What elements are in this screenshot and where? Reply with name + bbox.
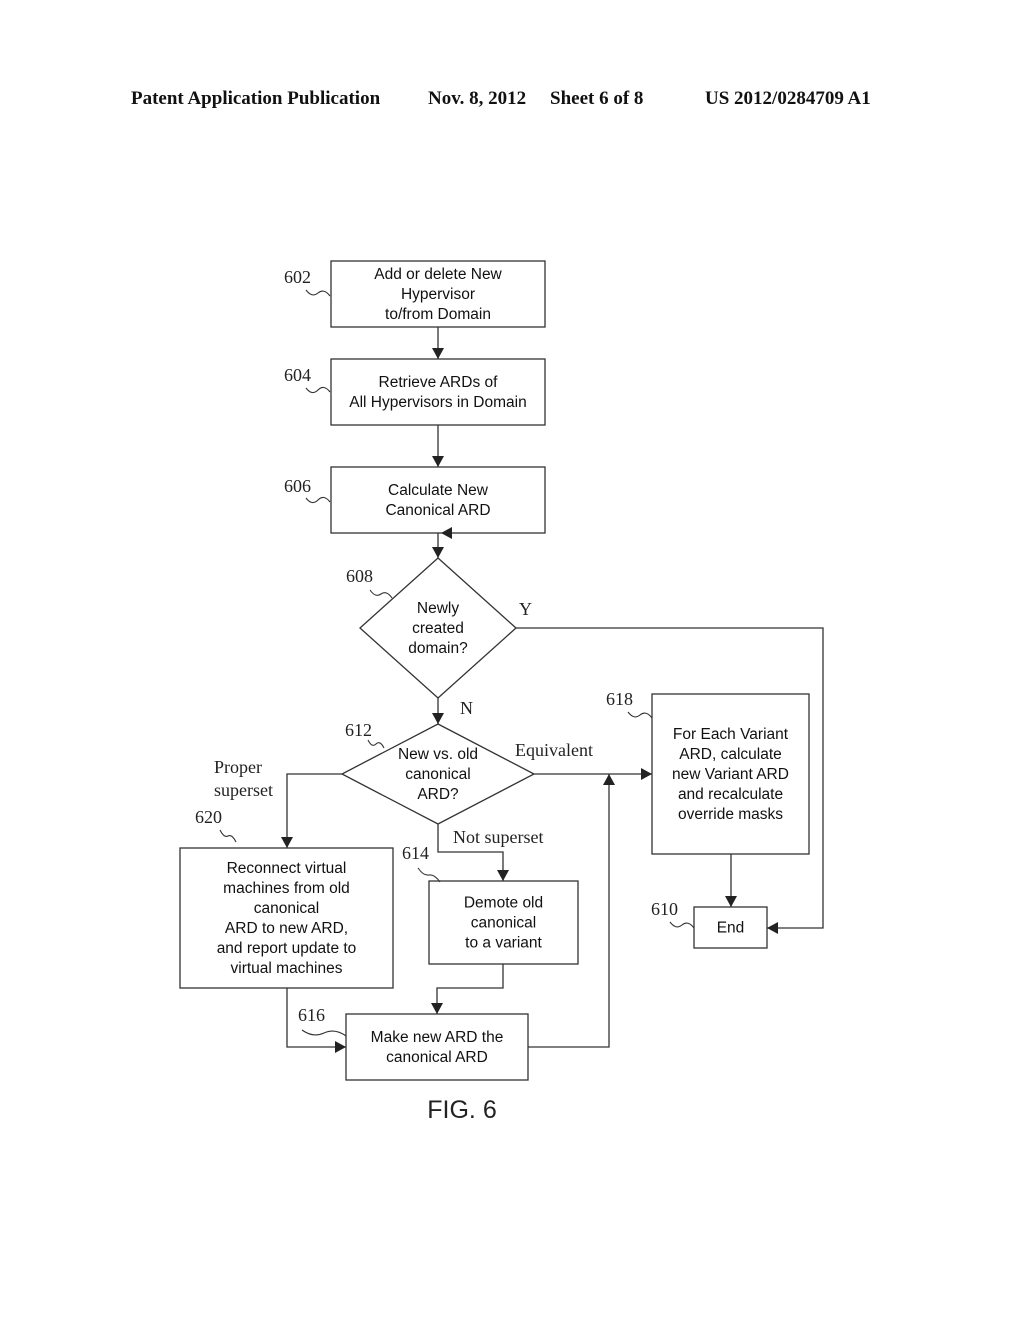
process-box-616 <box>345 1013 529 1081</box>
reference-numeral-614: 614 <box>402 843 429 863</box>
node-text-620: and report update to <box>217 940 357 957</box>
edge-616-618-arrowhead <box>603 774 615 785</box>
node-text-606: Calculate New <box>388 482 489 499</box>
edge-604-606-arrowhead <box>432 456 444 467</box>
node-text-620: ARD to new ARD, <box>225 920 348 937</box>
node-text-614: Demote old <box>464 895 543 912</box>
reference-numeral-602: 602 <box>284 267 311 287</box>
edge-label-proper-superset-2: superset <box>214 780 273 800</box>
node-text-602: Add or delete New <box>374 266 502 283</box>
edge-614-616 <box>436 964 504 1014</box>
edge-612-620-arrowhead <box>281 837 293 848</box>
reference-numeral-612: 612 <box>345 720 372 740</box>
node-text-602: Hypervisor <box>401 286 475 303</box>
leader-line-612 <box>367 739 385 749</box>
node-text-604: Retrieve ARDs of <box>379 374 499 391</box>
node-text-620: virtual machines <box>231 960 343 977</box>
node-text-618: override masks <box>678 806 783 823</box>
node-text-608: domain? <box>408 640 468 657</box>
edge-label-equivalent: Equivalent <box>515 740 593 760</box>
node-text-612: New vs. old <box>398 746 478 763</box>
node-text-618: ARD, calculate <box>679 746 782 763</box>
edge-602-604-arrowhead <box>432 348 444 359</box>
node-text-620: Reconnect virtual <box>227 860 347 877</box>
node-text-618: For Each Variant <box>673 726 789 743</box>
edge-620-616-arrowhead <box>335 1041 346 1053</box>
node-text-608: Newly <box>417 600 459 617</box>
node-text-614: canonical <box>471 915 537 932</box>
node-text-612: canonical <box>405 766 471 783</box>
node-text-604: All Hypervisors in Domain <box>349 394 526 411</box>
leader-line-606 <box>305 496 331 504</box>
reference-numeral-604: 604 <box>284 365 311 385</box>
leader-line-604 <box>305 386 331 394</box>
reference-numeral-620: 620 <box>195 807 222 827</box>
leader-line-614 <box>417 867 441 883</box>
edge-608-610-arrowhead <box>767 922 778 934</box>
leader-line-620 <box>219 829 237 843</box>
edge-618-610-arrowhead <box>725 896 737 907</box>
reference-numeral-610: 610 <box>651 899 678 919</box>
edge-label-no: N <box>460 698 473 718</box>
node-text-620: machines from old <box>223 880 350 897</box>
leader-line-616 <box>301 1029 347 1037</box>
node-text-620: canonical <box>254 900 320 917</box>
process-box-606 <box>330 466 546 534</box>
reference-numeral-606: 606 <box>284 476 311 496</box>
node-text-612: ARD? <box>417 786 459 803</box>
leader-line-610 <box>669 921 695 929</box>
edge-label-yes: Y <box>519 599 532 619</box>
edge-612-618-arrowhead <box>641 768 652 780</box>
edge-612-614-arrowhead <box>497 870 509 881</box>
reference-numeral-616: 616 <box>298 1005 325 1025</box>
node-text-616: canonical ARD <box>386 1049 488 1066</box>
leader-line-618 <box>627 711 653 719</box>
edge-606-608-arrowhead <box>432 547 444 558</box>
node-text-618: and recalculate <box>678 786 783 803</box>
node-text-608: created <box>412 620 464 637</box>
edge-label-proper-superset-1: Proper <box>214 757 262 777</box>
node-text-610: End <box>717 920 745 937</box>
reference-numeral-608: 608 <box>346 566 373 586</box>
edge-614-616-arrowhead <box>431 1003 443 1014</box>
node-text-618: new Variant ARD <box>672 766 789 783</box>
flowchart: Add or delete New Hypervisor to/from Domai… <box>179 260 824 1124</box>
node-text-616: Make new ARD the <box>371 1029 504 1046</box>
node-text-602: to/from Domain <box>385 306 491 323</box>
edge-612-620 <box>286 773 342 848</box>
process-box-604 <box>330 358 546 426</box>
edge-608-612-arrowhead <box>432 713 444 724</box>
leader-line-608 <box>369 589 393 599</box>
node-text-614: to a variant <box>465 935 542 952</box>
figure-caption: FIG. 6 <box>427 1096 496 1124</box>
edge-label-not-superset: Not superset <box>453 827 543 847</box>
leader-line-602 <box>305 289 331 297</box>
node-text-606: Canonical ARD <box>385 502 490 519</box>
reference-numeral-618: 618 <box>606 689 633 709</box>
